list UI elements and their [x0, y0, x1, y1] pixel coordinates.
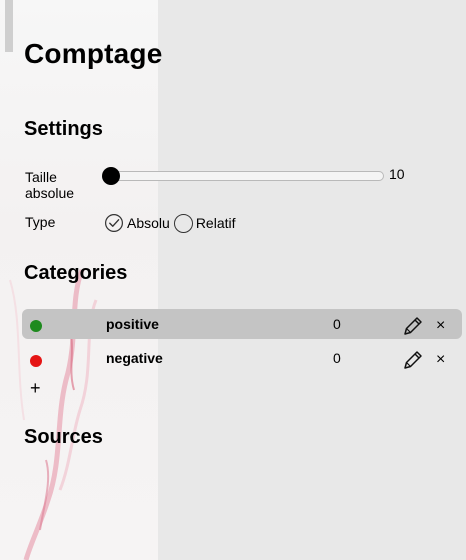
- add-category-button[interactable]: +: [30, 379, 41, 397]
- settings-heading: Settings: [24, 118, 103, 140]
- pencil-icon[interactable]: [402, 315, 424, 342]
- categories-heading: Categories: [24, 262, 128, 284]
- page-title: Comptage: [24, 38, 163, 69]
- sources-heading: Sources: [24, 426, 103, 448]
- radio-circle-icon[interactable]: [173, 213, 193, 233]
- pencil-icon[interactable]: [402, 349, 424, 376]
- category-color-dot: [30, 355, 42, 367]
- radio-option-absolu[interactable]: Absolu: [104, 213, 170, 233]
- check-circle-icon[interactable]: [104, 213, 124, 233]
- category-count: 0: [333, 350, 341, 366]
- size-label: Taille absolue: [25, 169, 75, 201]
- comptage-panel: Comptage Settings Taille absolue 10 Type…: [0, 0, 466, 560]
- close-icon[interactable]: ×: [436, 318, 445, 334]
- size-slider-thumb[interactable]: [102, 167, 120, 185]
- size-slider-track[interactable]: [106, 171, 384, 181]
- radio-label-absolu: Absolu: [127, 215, 170, 231]
- category-row-positive[interactable]: positive 0 ×: [22, 309, 462, 339]
- size-value: 10: [389, 166, 405, 182]
- type-radio-group: Absolu Relatif: [104, 213, 236, 233]
- category-color-dot: [30, 320, 42, 332]
- type-label: Type: [25, 214, 56, 230]
- category-row-negative[interactable]: negative 0 ×: [22, 343, 462, 373]
- category-name: negative: [106, 350, 163, 366]
- close-icon[interactable]: ×: [436, 352, 445, 368]
- category-count: 0: [333, 316, 341, 332]
- radio-label-relatif: Relatif: [195, 215, 236, 231]
- category-name: positive: [106, 316, 159, 332]
- radio-option-relatif[interactable]: Relatif: [173, 213, 236, 233]
